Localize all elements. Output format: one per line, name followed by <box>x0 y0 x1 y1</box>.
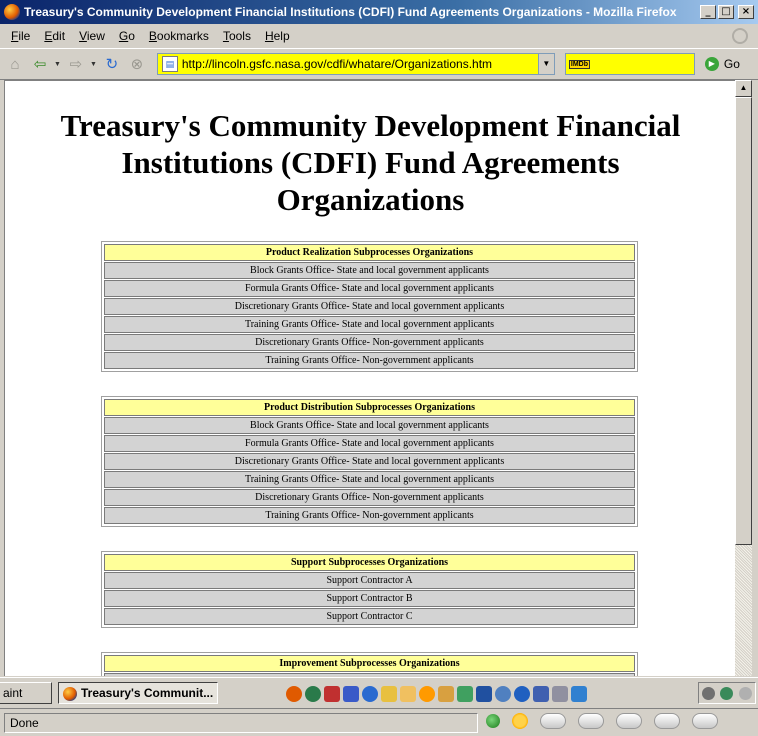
system-tray <box>698 682 756 704</box>
vertical-scrollbar[interactable]: ▲ <box>735 80 752 676</box>
go-button[interactable]: ▶ Go <box>704 57 740 71</box>
close-button[interactable]: × <box>738 5 754 19</box>
menu-tools[interactable]: Tools <box>216 29 258 43</box>
weather-cloud-icon[interactable] <box>654 713 680 729</box>
table-row: Discretionary Grants Office- Non-governm… <box>104 489 635 506</box>
table-row: Formula Grants Office- State and local g… <box>104 435 635 452</box>
taskbar: aint Treasury's Communit... <box>0 677 758 707</box>
pen-icon[interactable] <box>571 686 587 702</box>
menu-bookmarks[interactable]: Bookmarks <box>142 29 216 43</box>
forward-dropdown-icon[interactable]: ▼ <box>90 61 97 68</box>
clock-icon[interactable] <box>419 686 435 702</box>
globe-icon[interactable] <box>486 714 500 728</box>
weather-cloud-icon[interactable] <box>578 713 604 729</box>
winamp-icon[interactable] <box>400 686 416 702</box>
quick-launch <box>286 686 587 702</box>
table-improvement: Improvement Subprocesses Organizations <box>101 652 638 676</box>
page-icon: ▤ <box>161 56 178 72</box>
music-icon[interactable] <box>457 686 473 702</box>
menu-help[interactable]: Help <box>258 29 297 43</box>
reload-icon[interactable]: ↻ <box>101 53 123 75</box>
acrobat-icon[interactable] <box>324 686 340 702</box>
table-row: Support Contractor A <box>104 572 635 589</box>
url-bar[interactable]: ▤ http://lincoln.gsfc.nasa.gov/cdfi/what… <box>156 53 555 75</box>
tray-icon[interactable] <box>720 686 734 700</box>
tray-icon[interactable] <box>739 686 753 700</box>
page-viewport[interactable]: Treasury's Community Development Financi… <box>4 80 735 676</box>
table-header: Product Realization Subprocesses Organiz… <box>104 244 635 261</box>
throbber-icon <box>732 28 748 44</box>
table-row: Formula Grants Office- State and local g… <box>104 280 635 297</box>
weather-cloud-icon[interactable] <box>540 713 566 729</box>
url-history-dropdown-icon[interactable]: ▼ <box>537 54 554 74</box>
minimize-button[interactable]: _ <box>700 5 716 19</box>
menu-bar: File Edit View Go Bookmarks Tools Help <box>0 25 758 47</box>
tray-icon[interactable] <box>701 686 715 700</box>
messenger-icon[interactable] <box>495 686 511 702</box>
taskbar-item-paint[interactable]: aint <box>0 682 52 704</box>
table-support: Support Subprocesses Organizations Suppo… <box>101 551 638 628</box>
table-row: Support Contractor C <box>104 608 635 625</box>
netscape-icon[interactable] <box>305 686 321 702</box>
scroll-thumb[interactable] <box>735 97 752 545</box>
table-header: Product Distribution Subprocesses Organi… <box>104 399 635 416</box>
device-icon[interactable] <box>533 686 549 702</box>
tool-icon[interactable] <box>476 686 492 702</box>
scroll-up-button[interactable]: ▲ <box>735 80 752 97</box>
app-icon[interactable] <box>343 686 359 702</box>
table-header: Improvement Subprocesses Organizations <box>104 655 635 672</box>
navigation-toolbar: ⌂ ⇦ ▼ ⇨ ▼ ↻ ⊗ ▤ http://lincoln.gsfc.nasa… <box>0 48 758 80</box>
table-row <box>104 673 635 676</box>
weather-cloud-icon[interactable] <box>616 713 642 729</box>
menu-edit[interactable]: Edit <box>37 29 72 43</box>
menu-go[interactable]: Go <box>112 29 142 43</box>
table-row: Support Contractor B <box>104 590 635 607</box>
table-row: Training Grants Office- Non-government a… <box>104 352 635 369</box>
status-text: Done <box>4 713 478 733</box>
status-icons <box>486 713 718 729</box>
table-row: Training Grants Office- State and local … <box>104 471 635 488</box>
media-player-icon[interactable] <box>514 686 530 702</box>
go-label: Go <box>723 57 740 71</box>
table-row: Discretionary Grants Office- Non-governm… <box>104 334 635 351</box>
firefox-launch-icon[interactable] <box>286 686 302 702</box>
notepad-icon[interactable] <box>552 686 568 702</box>
page-heading: Treasury's Community Development Financi… <box>60 108 681 217</box>
table-row: Training Grants Office- State and local … <box>104 316 635 333</box>
table-row: Block Grants Office- State and local gov… <box>104 262 635 279</box>
window-controls: _ □ × <box>700 5 754 19</box>
maximize-button[interactable]: □ <box>718 5 734 19</box>
url-input[interactable]: http://lincoln.gsfc.nasa.gov/cdfi/whatar… <box>182 57 538 71</box>
table-product-realization: Product Realization Subprocesses Organiz… <box>101 241 638 372</box>
firefox-icon <box>4 4 20 20</box>
stop-icon[interactable]: ⊗ <box>126 53 148 75</box>
table-row: Discretionary Grants Office- State and l… <box>104 298 635 315</box>
menu-file[interactable]: File <box>4 29 37 43</box>
internet-explorer-icon[interactable] <box>362 686 378 702</box>
table-product-distribution: Product Distribution Subprocesses Organi… <box>101 396 638 527</box>
menu-view[interactable]: View <box>72 29 112 43</box>
back-dropdown-icon[interactable]: ▼ <box>54 61 61 68</box>
firefox-icon <box>63 686 77 701</box>
search-engine-icon[interactable]: IMDb <box>568 59 590 69</box>
weather-cloud-icon[interactable] <box>692 713 718 729</box>
taskbar-item-firefox[interactable]: Treasury's Communit... <box>58 682 218 704</box>
go-icon: ▶ <box>704 57 719 71</box>
table-row: Discretionary Grants Office- State and l… <box>104 453 635 470</box>
notes-icon[interactable] <box>438 686 454 702</box>
back-icon[interactable]: ⇦ <box>29 53 51 75</box>
weather-sun-icon[interactable] <box>512 713 528 729</box>
status-bar: Done <box>0 708 758 736</box>
window-title: Treasury's Community Development Financi… <box>24 5 677 19</box>
home-icon[interactable]: ⌂ <box>4 53 26 75</box>
table-row: Block Grants Office- State and local gov… <box>104 417 635 434</box>
forward-icon[interactable]: ⇨ <box>65 53 87 75</box>
outlook-icon[interactable] <box>381 686 397 702</box>
table-row: Training Grants Office- Non-government a… <box>104 507 635 524</box>
search-box[interactable]: IMDb <box>564 53 695 75</box>
window-title-bar[interactable]: Treasury's Community Development Financi… <box>0 0 758 24</box>
table-header: Support Subprocesses Organizations <box>104 554 635 571</box>
